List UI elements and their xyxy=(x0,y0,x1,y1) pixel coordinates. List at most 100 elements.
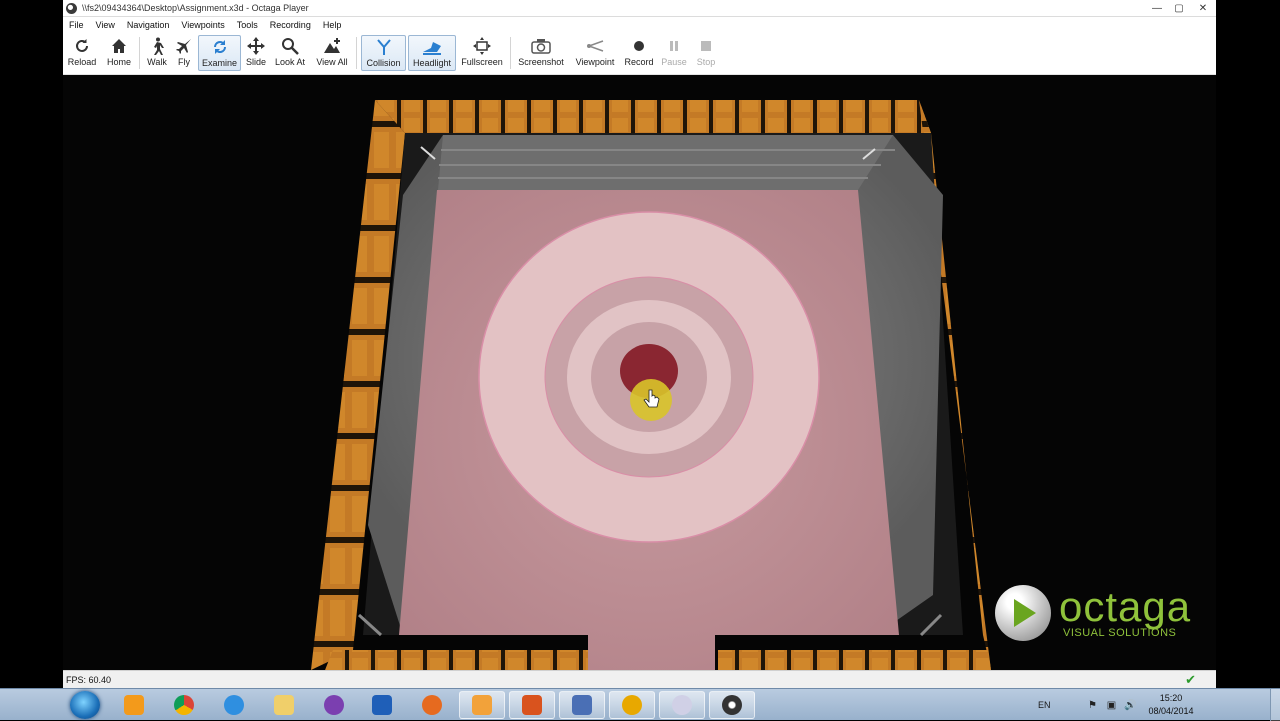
record-label: Record xyxy=(624,57,654,67)
matlab-icon xyxy=(522,695,542,715)
taskbar-octaga-player[interactable] xyxy=(709,691,755,719)
headlight-label: Headlight xyxy=(412,58,452,68)
maximize-button[interactable]: ▢ xyxy=(1168,0,1190,16)
taskbar-media-player[interactable] xyxy=(111,691,157,719)
menu-viewpoints[interactable]: Viewpoints xyxy=(175,20,230,30)
show-desktop-button[interactable] xyxy=(1270,689,1280,721)
back-panel xyxy=(438,135,893,190)
menu-view[interactable]: View xyxy=(90,20,121,30)
stop-button[interactable]: Stop xyxy=(691,35,721,71)
taskbar-internet-explorer[interactable] xyxy=(211,691,257,719)
view-all-icon xyxy=(322,35,342,57)
status-bar: FPS: 60.40 ✔ xyxy=(63,670,1216,688)
octaga-player-window: \\fs2\09434364\Desktop\Assignment.x3d - … xyxy=(63,0,1216,688)
headphones-icon xyxy=(622,695,642,715)
taskbar-shortcut-app[interactable] xyxy=(459,691,505,719)
examine-label: Examine xyxy=(201,58,237,68)
clock-time: 15:20 xyxy=(1159,693,1183,703)
wall-bottom-right xyxy=(718,650,991,670)
media-player-icon xyxy=(124,695,144,715)
fullscreen-label: Fullscreen xyxy=(461,57,503,67)
menu-recording[interactable]: Recording xyxy=(264,20,317,30)
volume-icon[interactable]: 🔊 xyxy=(1124,699,1136,711)
taskbar-disc-app[interactable] xyxy=(659,691,705,719)
media-center-icon xyxy=(324,695,344,715)
viewpoint-icon xyxy=(585,35,605,57)
airplane-icon xyxy=(175,35,193,57)
headlight-toggle[interactable]: Headlight xyxy=(408,35,456,71)
title-bar[interactable]: \\fs2\09434364\Desktop\Assignment.x3d - … xyxy=(63,0,1216,17)
clock-date: 08/04/2014 xyxy=(1148,706,1194,716)
network-icon[interactable]: ▣ xyxy=(1106,699,1118,711)
screenshot-button[interactable]: Screenshot xyxy=(516,35,566,71)
menu-file[interactable]: File xyxy=(63,20,90,30)
checkmark-icon: ✔ xyxy=(1185,672,1196,687)
language-indicator[interactable]: EN xyxy=(1038,700,1051,710)
collision-icon xyxy=(375,36,393,58)
visual-studio-icon xyxy=(572,695,592,715)
view-all-button[interactable]: View All xyxy=(312,35,352,71)
menu-navigation[interactable]: Navigation xyxy=(121,20,176,30)
window-title: \\fs2\09434364\Desktop\Assignment.x3d - … xyxy=(82,3,309,13)
taskbar-visual-studio[interactable] xyxy=(559,691,605,719)
home-button[interactable]: Home xyxy=(102,35,136,71)
pause-button[interactable]: Pause xyxy=(659,35,689,71)
collision-label: Collision xyxy=(366,58,401,68)
menu-tools[interactable]: Tools xyxy=(231,20,264,30)
viewpoint-button[interactable]: Viewpoint xyxy=(571,35,619,71)
magnifier-icon xyxy=(281,35,299,57)
octaga-player-icon xyxy=(722,695,742,715)
flag-icon[interactable]: ⚑ xyxy=(1087,699,1099,711)
walk-icon xyxy=(149,35,165,57)
taskbar-headphones-app[interactable] xyxy=(609,691,655,719)
collision-toggle[interactable]: Collision xyxy=(361,35,406,71)
toolbar: Reload Home Walk Fly Examine Slide Look … xyxy=(63,33,1216,75)
fullscreen-button[interactable]: Fullscreen xyxy=(459,35,505,71)
menu-help[interactable]: Help xyxy=(317,20,348,30)
toolbar-separator xyxy=(356,37,357,69)
screenshot-label: Screenshot xyxy=(518,57,564,67)
slide-button[interactable]: Slide xyxy=(242,35,270,71)
slide-move-icon xyxy=(247,35,265,57)
walk-label: Walk xyxy=(147,57,167,67)
headlight-icon xyxy=(421,36,443,58)
look-at-label: Look At xyxy=(274,57,306,67)
start-button[interactable] xyxy=(70,691,100,719)
fps-readout: FPS: 60.40 xyxy=(66,674,112,685)
octaga-logo: octaga VISUAL SOLUTIONS xyxy=(995,585,1191,641)
view-all-label: View All xyxy=(316,57,348,67)
minimize-button[interactable]: — xyxy=(1146,0,1168,16)
record-icon xyxy=(632,35,646,57)
logo-word: octaga xyxy=(1059,583,1192,630)
reload-label: Reload xyxy=(67,57,97,67)
folder-icon xyxy=(274,695,294,715)
fly-button[interactable]: Fly xyxy=(171,35,197,71)
chrome-icon xyxy=(174,695,194,715)
clock[interactable]: 15:20 08/04/2014 xyxy=(1140,692,1202,718)
stop-icon xyxy=(700,35,712,57)
camera-icon xyxy=(531,35,551,57)
fly-label: Fly xyxy=(178,57,190,67)
close-button[interactable]: ✕ xyxy=(1190,0,1216,16)
octaga-app-icon xyxy=(66,2,77,14)
3d-scene-room xyxy=(311,100,991,670)
3d-viewport[interactable]: octaga VISUAL SOLUTIONS xyxy=(63,75,1216,670)
firefox-icon xyxy=(422,695,442,715)
reload-button[interactable]: Reload xyxy=(65,35,99,71)
taskbar-media-center[interactable] xyxy=(311,691,357,719)
system-tray: EN ⚑ ▣ 🔊 xyxy=(1038,689,1144,721)
look-at-button[interactable]: Look At xyxy=(271,35,309,71)
record-button[interactable]: Record xyxy=(621,35,657,71)
examine-button[interactable]: Examine xyxy=(198,35,241,71)
internet-explorer-icon xyxy=(224,695,244,715)
taskbar-file-explorer[interactable] xyxy=(261,691,307,719)
taskbar-firefox[interactable] xyxy=(409,691,455,719)
walk-button[interactable]: Walk xyxy=(143,35,171,71)
home-label: Home xyxy=(106,57,131,67)
taskbar-matlab[interactable] xyxy=(509,691,555,719)
reload-icon xyxy=(74,35,90,57)
taskbar-chrome[interactable] xyxy=(161,691,207,719)
octaga-logo-play-icon xyxy=(995,585,1051,641)
window-controls: — ▢ ✕ xyxy=(1146,0,1216,16)
taskbar-word[interactable] xyxy=(359,691,405,719)
